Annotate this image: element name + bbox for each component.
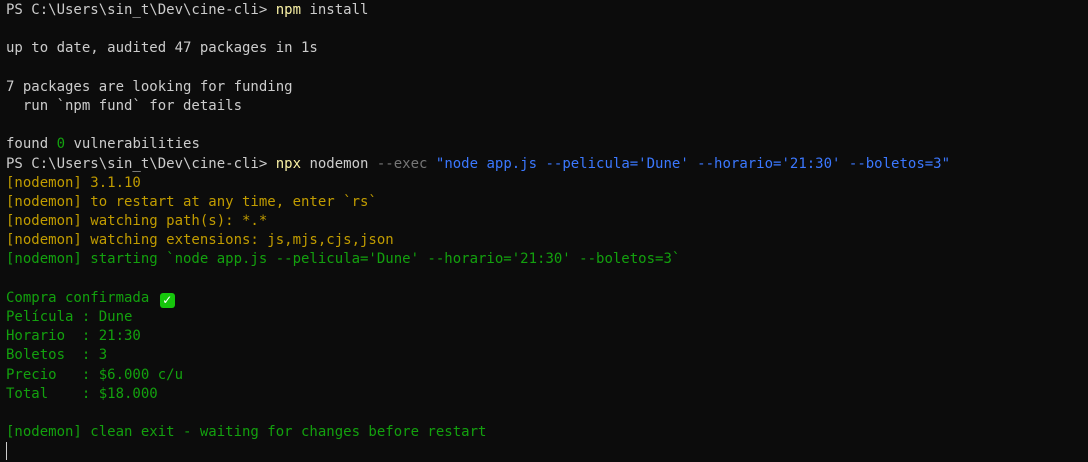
command-option: --exec [376, 155, 428, 172]
purchase-tickets-line: Boletos : 3 [6, 347, 108, 364]
terminal-line-npm-install-command: PS C:\Users\sin_t\Dev\cine-cli> npm inst… [6, 1, 1088, 20]
terminal-line-audit-result: up to date, audited 47 packages in 1s [6, 40, 318, 57]
vulnerabilities-prefix: found [6, 136, 57, 153]
terminal-line-vulnerabilities: found 0 vulnerabilities [6, 135, 1088, 154]
nodemon-clean-exit-line: [nodemon] clean exit - waiting for chang… [6, 424, 487, 441]
purchase-time-line: Horario : 21:30 [6, 328, 141, 345]
command-string-argument: "node app.js --pelicula='Dune' --horario… [435, 155, 951, 172]
shell-prompt: PS C:\Users\sin_t\Dev\cine-cli> [6, 155, 276, 172]
command-args: install [301, 2, 369, 18]
terminal-line-nodemon-command: PS C:\Users\sin_t\Dev\cine-cli> npx node… [6, 155, 1088, 174]
command-name: npm [275, 2, 302, 18]
command-name: npx [275, 155, 302, 172]
nodemon-watching-paths-line: [nodemon] watching path(s): *.* [6, 213, 268, 230]
nodemon-version-line: [nodemon] 3.1.10 [6, 174, 141, 191]
nodemon-starting-line: [nodemon] starting `node app.js --pelicu… [6, 251, 681, 268]
terminal-input-line[interactable] [6, 442, 1088, 461]
nodemon-watching-extensions-line: [nodemon] watching extensions: js,mjs,cj… [6, 232, 394, 249]
command-args: nodemon [301, 155, 377, 172]
text-cursor [6, 442, 7, 461]
shell-prompt: PS C:\Users\sin_t\Dev\cine-cli> [6, 2, 276, 18]
vulnerabilities-count: 0 [56, 136, 66, 153]
purchase-confirmed-line: Compra confirmada ✓ [6, 289, 1088, 308]
terminal-window[interactable]: PS C:\Users\sin_t\Dev\cine-cli> npm inst… [0, 1, 1088, 461]
command-space [427, 156, 435, 172]
purchase-confirmed-text: Compra confirmada [6, 289, 158, 306]
terminal-line-funding: 7 packages are looking for funding [6, 78, 293, 95]
vulnerabilities-suffix: vulnerabilities [65, 136, 200, 153]
nodemon-restart-hint-line: [nodemon] to restart at any time, enter … [6, 193, 377, 210]
purchase-total-line: Total : $18.000 [6, 385, 158, 402]
purchase-price-line: Precio : $6.000 c/u [6, 366, 184, 383]
purchase-movie-line: Película : Dune [6, 309, 133, 325]
terminal-line-funding-hint: run `npm fund` for details [6, 97, 243, 114]
check-mark-icon: ✓ [159, 292, 175, 308]
